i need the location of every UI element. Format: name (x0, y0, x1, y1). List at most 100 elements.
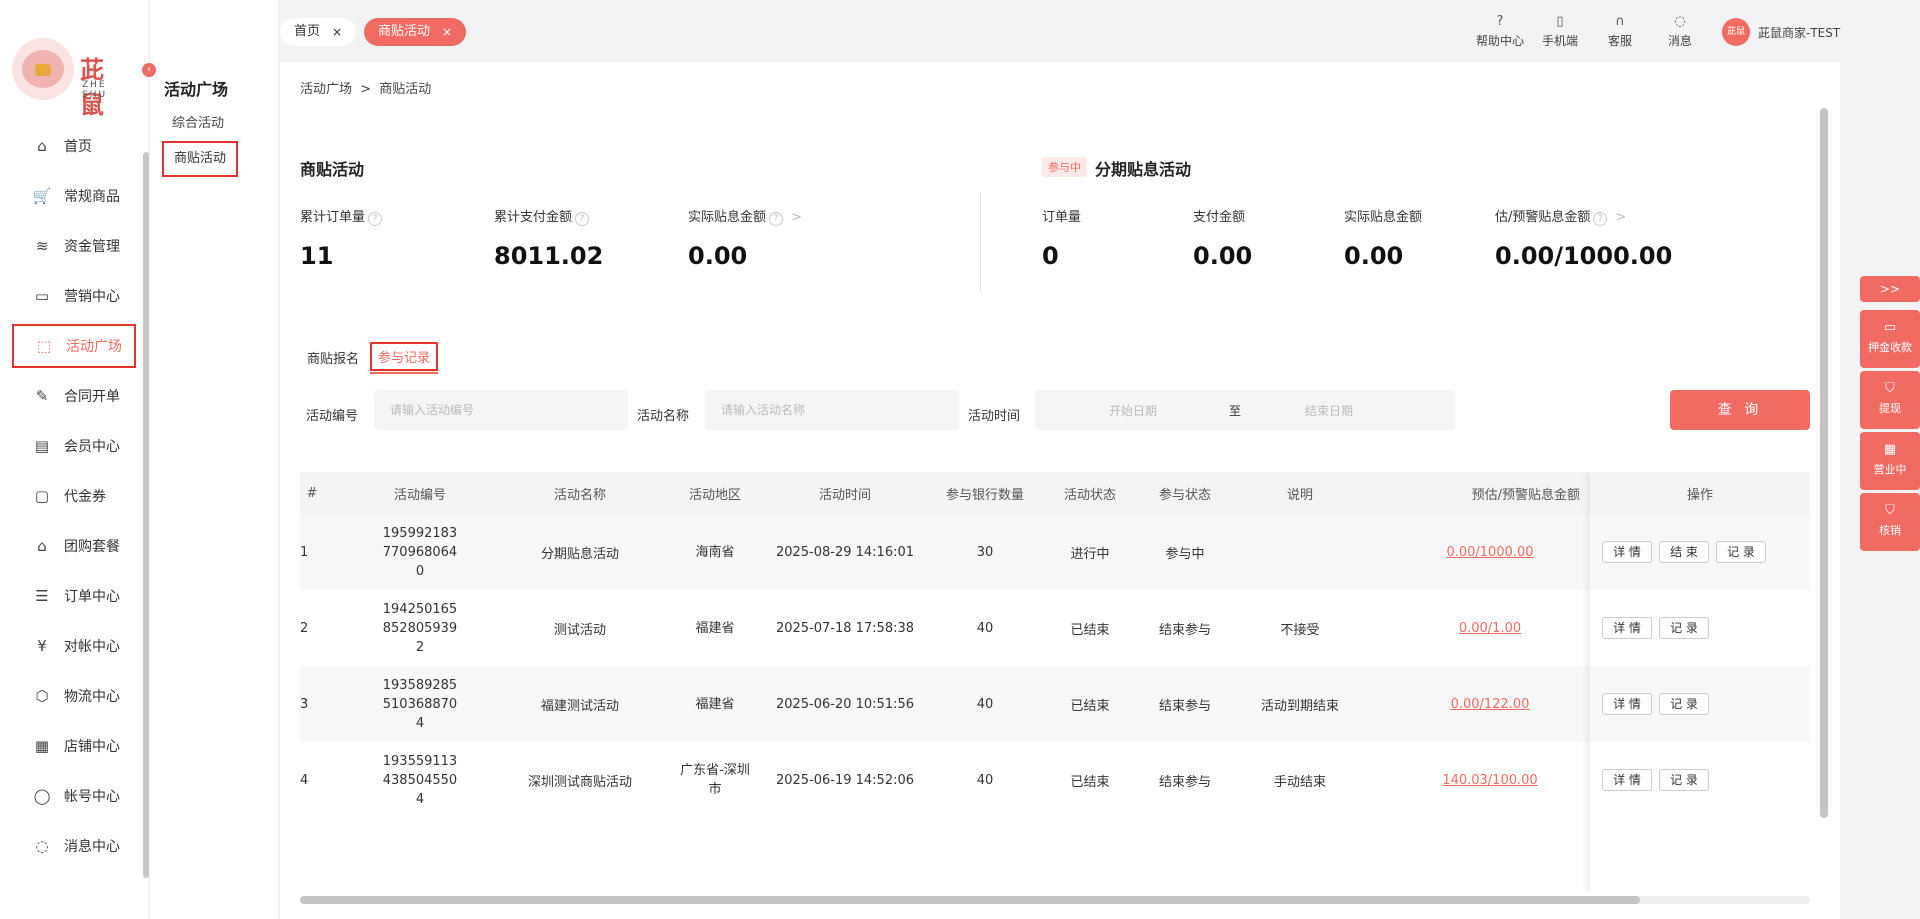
quick-action-wallet[interactable]: ▭ 押金收款 (1860, 310, 1920, 368)
stat-label-estimated-warning: 估/预警贴息金额? > (1495, 210, 1627, 226)
sidebar-item-cart[interactable]: 🛒 常规商品 (12, 174, 136, 218)
help-icon[interactable]: ? (368, 212, 383, 226)
verify-icon: ⛉ (1885, 503, 1895, 518)
list-panel: 商贴报名 参与记录 活动编号 请输入活动编号 活动名称 请输入活动名称 活动时间… (280, 324, 1840, 919)
cell-amount: 0.00/122.00 (1400, 666, 1580, 742)
sidebar-item-user[interactable]: ◯ 帐号中心 (12, 774, 136, 818)
quick-action-store[interactable]: ▦ 营业中 (1860, 432, 1920, 490)
start-date-input[interactable]: 开始日期 (1109, 402, 1157, 419)
home-icon: ⌂ (37, 137, 47, 155)
stat-value-actual-subsidy: 0.00 (688, 242, 748, 270)
sidebar-item-package[interactable]: ⬡ 物流中心 (12, 674, 136, 718)
amount-link[interactable]: 140.03/100.00 (1442, 773, 1537, 788)
user-menu[interactable]: 茈鼠 茈鼠商家-TEST (1722, 18, 1840, 46)
sidebar-item-box[interactable]: ⬚ 活动广场 (12, 324, 136, 368)
col-index: # (306, 485, 318, 501)
cell-status: 已结束 (1070, 622, 1110, 638)
collapse-sidebar-button[interactable]: ‹ (142, 63, 156, 77)
quick-action-verify[interactable]: ⛉ 核销 (1860, 493, 1920, 551)
cell-join: 结束参与 (1158, 622, 1211, 638)
cell-status: 已结束 (1070, 698, 1110, 714)
cell-code: 1959921837709680640 (382, 525, 458, 579)
expand-panel-button[interactable]: >> (1860, 276, 1920, 302)
yen-icon: ¥ (37, 637, 47, 655)
cell-name: 深圳测试商贴活动 (527, 774, 632, 790)
sidebar-item-contract[interactable]: ✎ 合同开单 (12, 374, 136, 418)
cell-region: 广东省-深圳市 (680, 763, 750, 797)
help-icon[interactable]: ? (575, 212, 590, 226)
sidebar-item-shop[interactable]: ▦ 店铺中心 (12, 724, 136, 768)
horizontal-scrollbar[interactable] (300, 896, 1810, 904)
tab-participation-records[interactable]: 参与记录 (370, 342, 439, 371)
toolbar-headset[interactable]: ∩ 客服 (1590, 14, 1650, 49)
sidebar-item-message[interactable]: ◌ 消息中心 (12, 824, 136, 868)
mascot-logo-icon (12, 38, 74, 100)
brand-subtitle: ZHE SHU (82, 80, 108, 100)
sidebar-item-label: 团购套餐 (64, 539, 120, 555)
stat-label-paid: 支付金额 (1193, 210, 1246, 225)
cell-status: 已结束 (1070, 774, 1110, 790)
date-range-picker[interactable]: 开始日期 至 结束日期 (1035, 390, 1455, 430)
amount-link[interactable]: 0.00/1.00 (1459, 621, 1521, 636)
tab-home[interactable]: 首页 × (280, 18, 357, 46)
cell-banks: 40 (976, 696, 994, 712)
toolbar-phone[interactable]: ▯ 手机端 (1530, 14, 1590, 49)
toolbar-label: 客服 (1607, 34, 1632, 48)
status-badge: 参与中 (1042, 157, 1087, 177)
breadcrumb: 活动广场 > 商贴活动 (280, 62, 1840, 108)
tab-merchant-subsidy[interactable]: 商贴活动 × (364, 18, 467, 46)
toolbar-help[interactable]: ? 帮助中心 (1470, 14, 1530, 49)
cell-idx: 1 (300, 544, 309, 560)
amount-link[interactable]: 0.00/122.00 (1451, 697, 1530, 712)
help-icon[interactable]: ? (769, 212, 784, 226)
quick-actions-panel: >> ▭ 押金收款 ⛉ 提现 ▦ 营业中 ⛉ 核销 (1860, 276, 1920, 554)
avatar: 茈鼠 (1722, 18, 1750, 46)
main-sidebar: 茈鼠 ZHE SHU ⌂ 首页 🛒 常规商品 ≋ 资金管理 ▭ 营销中心 ⬚ 活动广场 ✎ 合同开单 ▤… (0, 0, 149, 919)
sidebar-scrollbar[interactable] (143, 152, 149, 878)
activity-code-input[interactable]: 请输入活动编号 (374, 390, 628, 430)
cell-status: 进行中 (1070, 546, 1110, 562)
sidebar-item-yen[interactable]: ¥ 对帐中心 (12, 624, 136, 668)
top-bar: 首页 × 商贴活动 × ? 帮助中心 ▯ 手机端 ∩ 客服 ◌ 消息 茈鼠 茈鼠商家-TEST (278, 0, 1920, 62)
sidebar-item-voucher[interactable]: ▢ 代金券 (12, 474, 136, 518)
breadcrumb-parent[interactable]: 活动广场 (300, 82, 352, 97)
sidebar-item-label: 帐号中心 (64, 789, 120, 805)
toolbar-chat[interactable]: ◌ 消息 (1650, 14, 1710, 49)
close-icon[interactable]: × (442, 18, 452, 46)
table-row: 3 1935892855103688704 福建测试活动 福建省 2025-06-20 … (300, 666, 1810, 742)
quick-action-withdraw[interactable]: ⛉ 提现 (1860, 371, 1920, 429)
cell-banks: 30 (976, 544, 994, 560)
divider (980, 192, 981, 292)
sidebar-item-layers[interactable]: ≋ 资金管理 (12, 224, 136, 268)
sidebar-item-order[interactable]: ☰ 订单中心 (12, 574, 136, 618)
table-row: 2 1942501658528059392 测试活动 福建省 2025-07-18 17… (300, 590, 1810, 666)
chevron-right-icon[interactable]: > (1615, 210, 1626, 225)
subnav-item-comprehensive[interactable]: 综合活动 (162, 106, 234, 142)
sidebar-item-camera[interactable]: ▭ 营销中心 (12, 274, 136, 318)
close-icon[interactable]: × (332, 18, 342, 46)
activity-name-input[interactable]: 请输入活动名称 (705, 390, 959, 430)
stat-value-total-orders: 11 (300, 242, 334, 270)
chevron-right-icon[interactable]: > (791, 210, 802, 225)
query-button[interactable]: 查 询 (1670, 390, 1810, 430)
content-scrollbar[interactable] (1820, 108, 1828, 818)
cell-code: 1942501658528059392 (382, 601, 458, 655)
help-icon[interactable]: ? (1593, 212, 1608, 226)
amount-link[interactable]: 0.00/1000.00 (1446, 545, 1533, 560)
cell-code: 1935892855103688704 (382, 677, 458, 731)
sidebar-item-label: 首页 (64, 139, 92, 155)
scrollbar-thumb[interactable] (300, 896, 1640, 904)
sidebar-item-home[interactable]: ⌂ 首页 (12, 124, 136, 168)
tab-subsidy-signup[interactable]: 商贴报名 (307, 348, 359, 367)
cell-banks: 40 (976, 620, 994, 636)
sidebar-item-vip[interactable]: ▤ 会员中心 (12, 424, 136, 468)
headset-icon: ∩ (1615, 14, 1625, 29)
subnav-item-merchant-subsidy[interactable]: 商贴活动 (162, 141, 239, 177)
voucher-icon: ▢ (34, 487, 50, 505)
filter-label-time: 活动时间 (968, 409, 1021, 424)
sidebar-item-bag[interactable]: ⌂ 团购套餐 (12, 524, 136, 568)
quick-action-label: 营业中 (1873, 463, 1907, 476)
range-separator: 至 (1229, 404, 1242, 418)
end-date-input[interactable]: 结束日期 (1305, 402, 1353, 419)
cell-note: 活动到期结束 (1260, 698, 1339, 714)
